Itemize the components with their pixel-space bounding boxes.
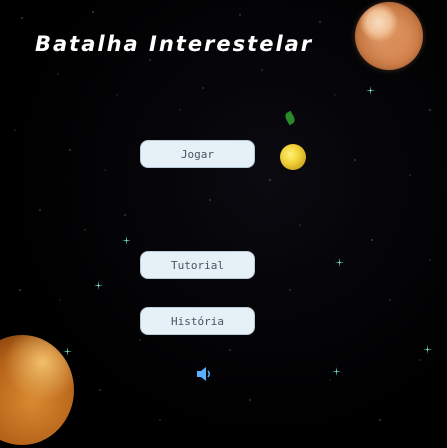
play-button-label: Jogar [180,147,215,161]
play-button[interactable]: Jogar [140,140,255,168]
planet-small-yellow [280,144,306,170]
sparkle-star [94,281,103,290]
game-scene: Batalha Interestelar Jogar Tutorial Hist… [0,0,447,448]
tutorial-button[interactable]: Tutorial [140,251,255,279]
sparkle-star [366,86,375,95]
sparkle-star [335,258,344,267]
story-button-label: História [171,314,224,328]
sparkle-star [332,367,341,376]
sparkle-star [423,345,432,354]
story-button[interactable]: História [140,307,255,335]
planet-large [355,2,423,70]
game-title: Batalha Interestelar [35,32,314,56]
sparkle-star [122,236,131,245]
sparkle-star [63,347,72,356]
speaker-icon[interactable] [196,366,214,382]
tutorial-button-label: Tutorial [171,258,224,272]
